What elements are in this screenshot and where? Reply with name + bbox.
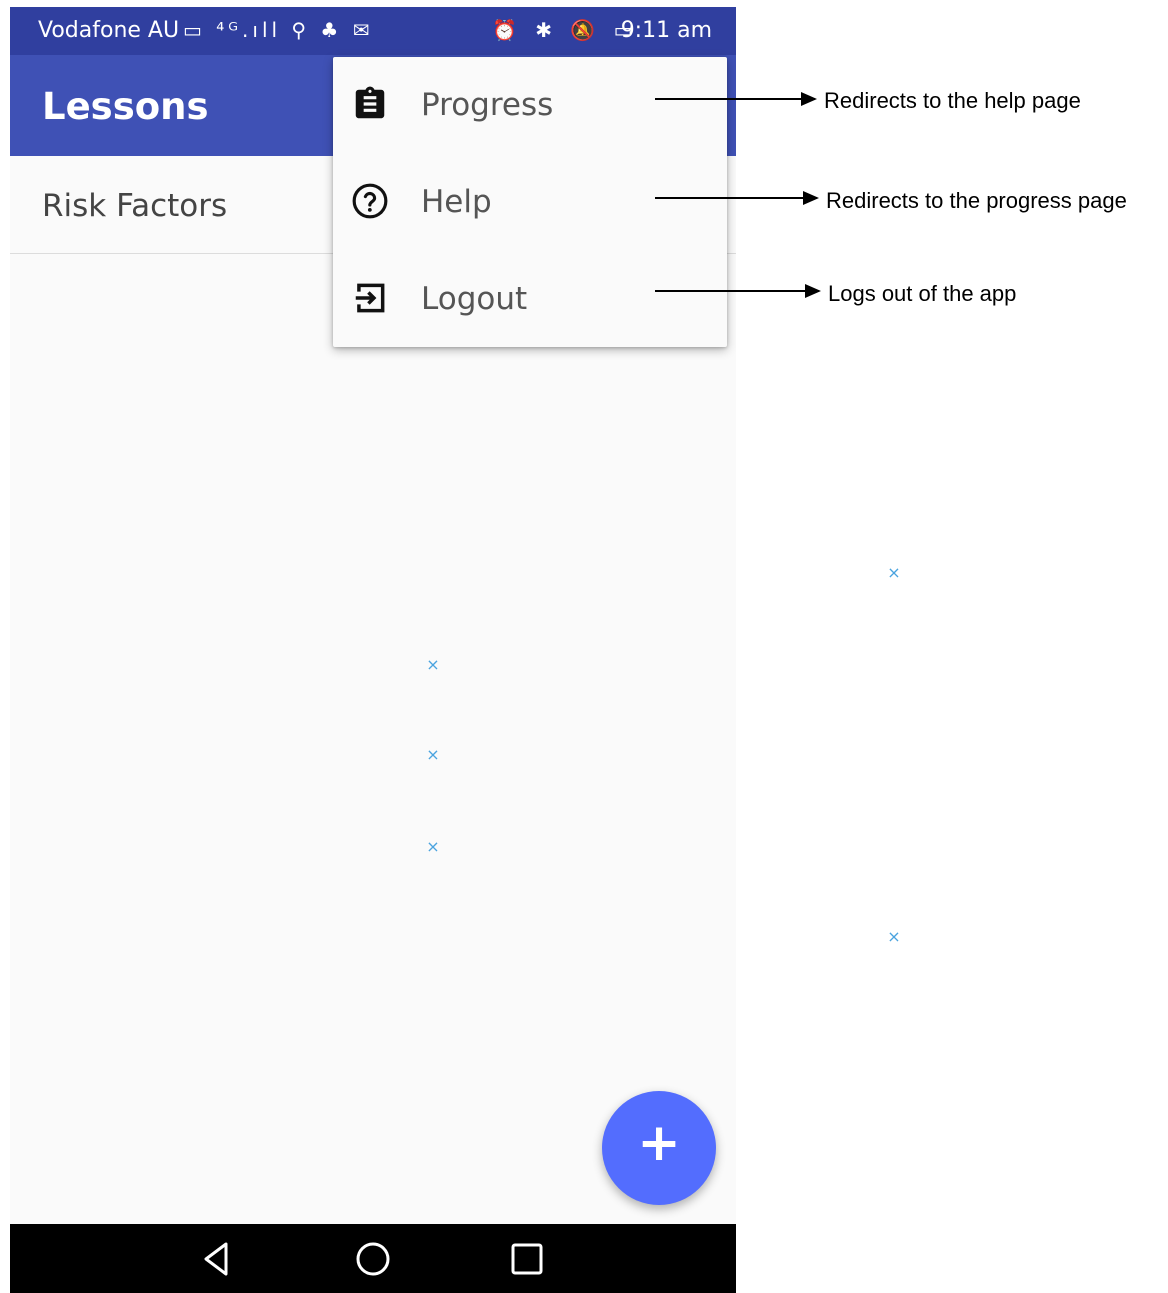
- marker: ×: [887, 927, 901, 946]
- plus-icon: +: [637, 1113, 681, 1173]
- status-icons-left: ▭ ⁴ᴳ.ıll ⚲ ♣ ✉: [183, 18, 374, 42]
- annotation-arrow: [655, 284, 821, 298]
- recents-icon[interactable]: [506, 1238, 548, 1280]
- marker: ×: [426, 837, 440, 856]
- clock: 9:11 am: [620, 18, 712, 43]
- help-circle-icon: [352, 183, 388, 219]
- overflow-menu: Progress Help Logout: [333, 57, 727, 347]
- navigation-bar: [10, 1224, 736, 1293]
- menu-item-progress[interactable]: Progress: [333, 57, 727, 153]
- status-bar: Vodafone AU ▭ ⁴ᴳ.ıll ⚲ ♣ ✉ ⏰ ✱ 🔕 ▭ 9:11 …: [10, 7, 736, 55]
- logout-icon: [355, 283, 385, 313]
- marker: ×: [426, 745, 440, 764]
- add-lesson-button[interactable]: +: [602, 1091, 716, 1205]
- annotation-arrow: [655, 191, 819, 205]
- lesson-item-label: Risk Factors: [42, 188, 228, 224]
- marker: ×: [426, 655, 440, 674]
- home-icon[interactable]: [352, 1238, 394, 1280]
- carrier-name: Vodafone AU: [38, 18, 180, 43]
- annotation-arrow: [655, 92, 817, 106]
- page-title: Lessons: [42, 85, 209, 128]
- annotation-logout: Logs out of the app: [828, 281, 1017, 306]
- marker: ×: [887, 563, 901, 582]
- back-icon[interactable]: [196, 1238, 238, 1280]
- clipboard-icon: [355, 86, 385, 119]
- menu-item-label: Help: [421, 184, 492, 220]
- menu-item-label: Progress: [421, 87, 554, 123]
- menu-item-help[interactable]: Help: [333, 154, 727, 250]
- phone-screen: Vodafone AU ▭ ⁴ᴳ.ıll ⚲ ♣ ✉ ⏰ ✱ 🔕 ▭ 9:11 …: [10, 7, 736, 1293]
- menu-item-logout[interactable]: Logout: [333, 251, 727, 347]
- annotation-help: Redirects to the progress page: [826, 188, 1127, 213]
- status-icons-right: ⏰ ✱ 🔕 ▭: [492, 18, 639, 42]
- menu-item-label: Logout: [421, 281, 528, 317]
- annotation-progress: Redirects to the help page: [824, 88, 1081, 113]
